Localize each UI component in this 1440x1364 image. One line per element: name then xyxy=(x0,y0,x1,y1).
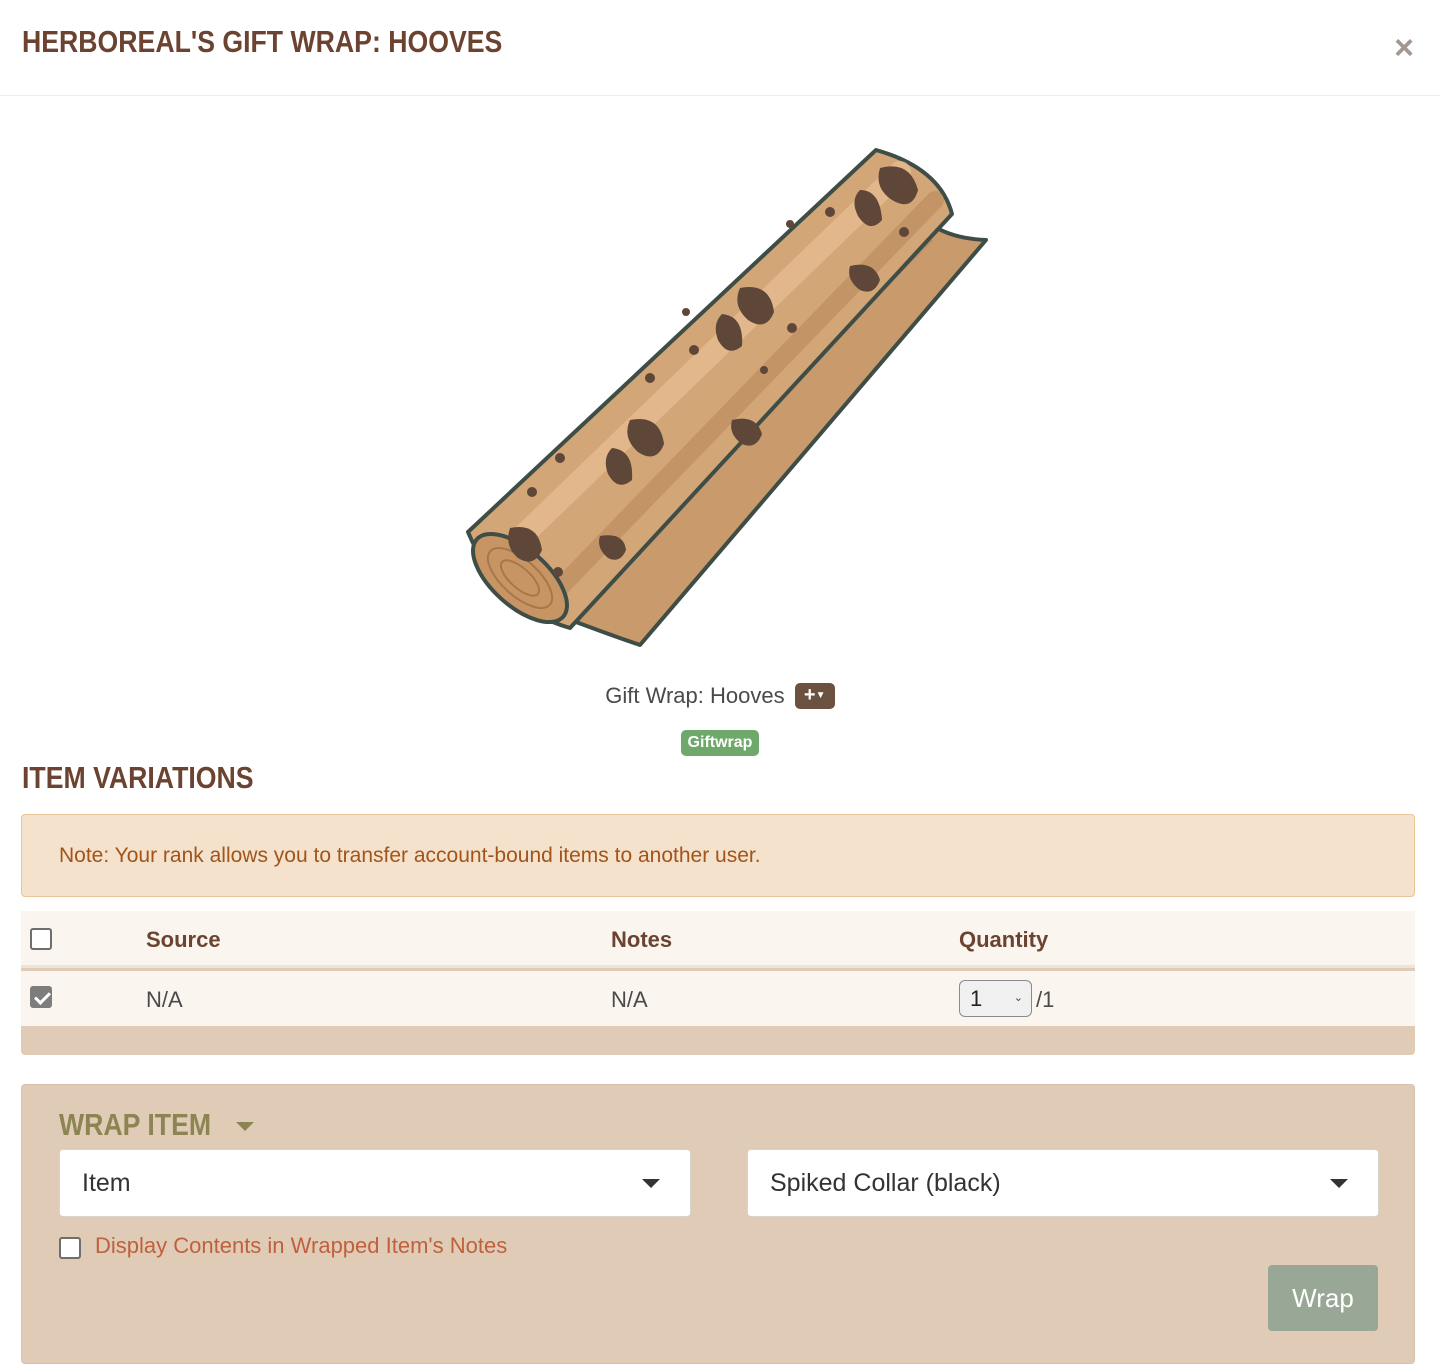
caret-down-icon[interactable] xyxy=(236,1122,254,1131)
rank-note-alert: Note: Your rank allows you to transfer a… xyxy=(21,814,1415,897)
quantity-select[interactable]: 1 ⌄ xyxy=(959,980,1032,1017)
wrap-button[interactable]: Wrap xyxy=(1268,1265,1378,1331)
table-header: Source Notes Quantity xyxy=(21,911,1415,968)
column-header-source: Source xyxy=(146,927,221,952)
wrap-item-value: Spiked Collar (black) xyxy=(770,1169,1001,1197)
quantity-max: /1 xyxy=(1036,987,1055,1012)
quantity-value: 1 xyxy=(970,986,983,1011)
wrap-type-select[interactable]: Item xyxy=(59,1149,691,1217)
modal-title: HERBOREAL'S GIFT WRAP: HOOVES xyxy=(22,24,503,59)
display-contents-label[interactable]: Display Contents in Wrapped Item's Notes xyxy=(95,1233,507,1259)
select-all-checkbox[interactable] xyxy=(30,928,52,950)
item-name: Gift Wrap: Hooves xyxy=(605,683,785,709)
dropdown-caret-icon xyxy=(642,1179,660,1188)
dropdown-caret-icon xyxy=(1330,1179,1348,1188)
row-source: N/A xyxy=(146,987,183,1012)
caret-down-icon: ▼ xyxy=(815,690,826,702)
table-row: N/A N/A 1 ⌄ /1 xyxy=(21,971,1415,1026)
add-to-list-button[interactable]: +▼ xyxy=(794,683,835,710)
wrap-type-value: Item xyxy=(82,1169,131,1197)
chevron-down-icon: ⌄ xyxy=(1013,992,1023,1004)
row-checkbox[interactable] xyxy=(30,986,52,1008)
display-contents-checkbox[interactable] xyxy=(59,1237,81,1259)
row-notes: N/A xyxy=(611,987,648,1012)
wrap-item-toggle[interactable]: WRAP ITEM xyxy=(59,1107,211,1143)
item-variations-title: ITEM VARIATIONS xyxy=(22,760,254,795)
category-badge[interactable]: Giftwrap xyxy=(680,730,760,756)
variations-table: Source Notes Quantity N/A N/A 1 ⌄ /1 xyxy=(21,911,1415,1055)
close-button[interactable]: × xyxy=(1388,30,1420,66)
modal-header: HERBOREAL'S GIFT WRAP: HOOVES × xyxy=(0,0,1440,96)
wrap-item-panel: WRAP ITEM Item Spiked Collar (black) Dis… xyxy=(21,1084,1415,1364)
column-header-quantity: Quantity xyxy=(959,927,1049,952)
gift-wrap-roll-image xyxy=(440,128,1000,658)
item-name-row: Gift Wrap: Hooves +▼ xyxy=(0,682,1440,710)
column-header-notes: Notes xyxy=(611,927,673,952)
plus-icon: + xyxy=(803,684,816,707)
wrap-item-select[interactable]: Spiked Collar (black) xyxy=(747,1149,1379,1217)
tag-row: Giftwrap xyxy=(0,730,1440,756)
